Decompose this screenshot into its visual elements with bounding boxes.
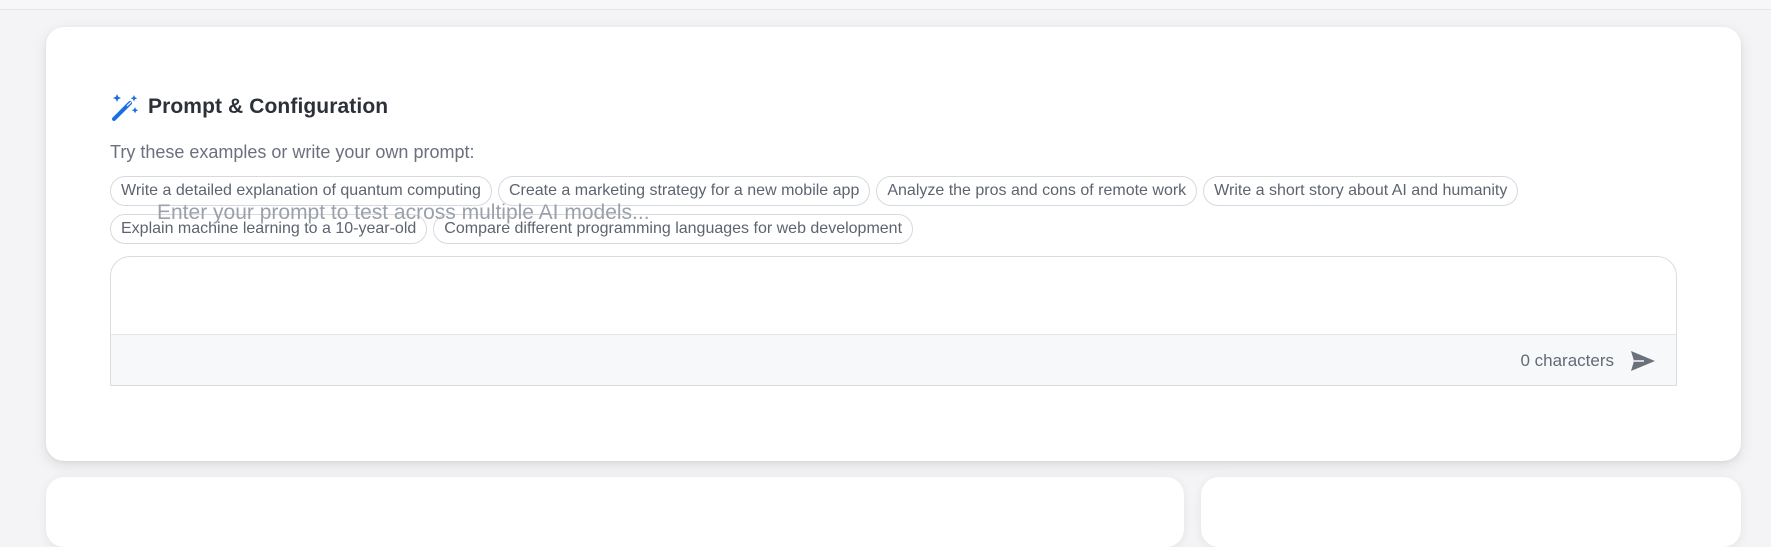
prompt-footer: 0 characters	[111, 334, 1676, 385]
results-panel	[46, 477, 1184, 547]
prompt-editor: 0 characters	[110, 256, 1677, 386]
example-chip[interactable]: Analyze the pros and cons of remote work	[876, 176, 1198, 206]
example-chip[interactable]: Write a short story about AI and humanit…	[1203, 176, 1519, 206]
example-chip[interactable]: Write a detailed explanation of quantum …	[110, 176, 492, 206]
send-button[interactable]	[1628, 348, 1658, 374]
example-chip[interactable]: Create a marketing strategy for a new mo…	[497, 176, 871, 206]
example-chip[interactable]: Compare different programming languages …	[433, 214, 914, 244]
top-bar	[0, 0, 1771, 10]
section-header: Prompt & Configuration	[110, 90, 388, 124]
prompt-input[interactable]	[111, 257, 1676, 334]
examples-hint: Try these examples or write your own pro…	[110, 142, 475, 162]
section-title: Prompt & Configuration	[148, 95, 389, 118]
example-prompts: Write a detailed explanation of quantum …	[110, 176, 1710, 244]
send-icon	[1631, 351, 1655, 371]
magic-wand-icon	[110, 92, 140, 122]
settings-panel	[1201, 477, 1741, 547]
example-chip[interactable]: Explain machine learning to a 10-year-ol…	[110, 214, 428, 244]
character-count: 0 characters	[1520, 351, 1614, 370]
